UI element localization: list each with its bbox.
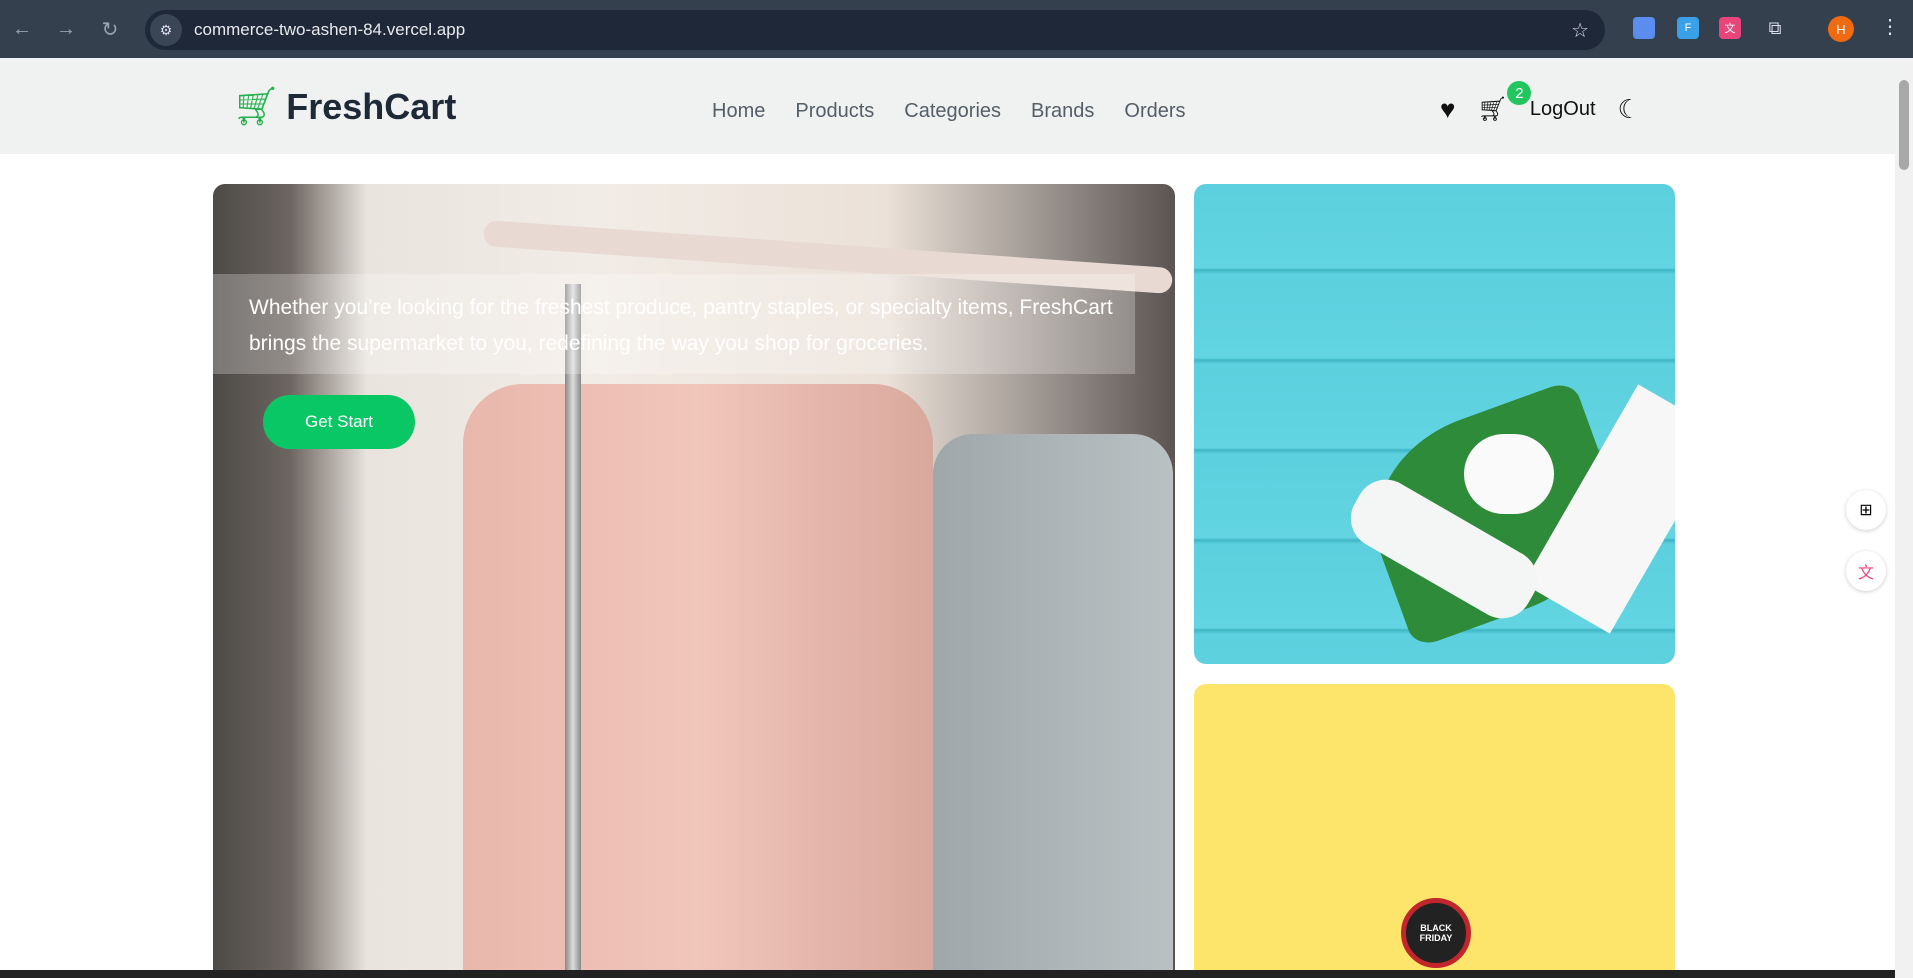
logo[interactable]: 🛒︎ FreshCart xyxy=(232,86,456,128)
scrollbar[interactable] xyxy=(1895,58,1913,978)
nav-orders[interactable]: Orders xyxy=(1124,100,1185,123)
site-info-icon[interactable]: ⚙ xyxy=(150,14,182,46)
extension-icon[interactable]: F xyxy=(1677,17,1699,39)
back-icon[interactable]: ← xyxy=(0,18,44,41)
hero-text-overlay: Whether you’re looking for the freshest … xyxy=(213,274,1135,374)
cart-count-badge: 2 xyxy=(1507,81,1532,105)
address-bar[interactable]: ⚙ commerce-two-ashen-84.vercel.app ☆ xyxy=(145,10,1605,50)
cart-logo-icon: 🛒︎ xyxy=(232,86,281,128)
hero-banner: Whether you’re looking for the freshest … xyxy=(213,184,1175,978)
bookmark-star-icon[interactable]: ☆ xyxy=(1571,18,1589,43)
extension-icon[interactable] xyxy=(1633,17,1655,39)
nav-home[interactable]: Home xyxy=(712,100,765,123)
get-start-button[interactable]: Get Start xyxy=(263,395,415,449)
wishlist-heart-icon[interactable]: ♥ xyxy=(1440,94,1455,125)
dark-mode-moon-icon[interactable]: ☾ xyxy=(1618,94,1641,125)
hero-text: Whether you’re looking for the freshest … xyxy=(249,296,1113,355)
nav-categories[interactable]: Categories xyxy=(904,100,1001,123)
scrollbar-thumb[interactable] xyxy=(1899,80,1909,170)
header-actions: ♥ 🛒︎ 2 LogOut ☾ xyxy=(1440,81,1641,125)
brand-name: FreshCart xyxy=(286,86,457,127)
black-friday-banner: BLACK FRIDAY xyxy=(1194,684,1675,978)
profile-avatar[interactable]: H xyxy=(1828,16,1854,42)
logout-link[interactable]: LogOut xyxy=(1530,98,1596,121)
extensions-puzzle-icon[interactable]: ⧉ xyxy=(1764,17,1786,39)
browser-menu-icon[interactable]: ⋮ xyxy=(1880,14,1900,39)
forward-icon[interactable]: → xyxy=(44,18,88,41)
cream-jar-image xyxy=(1464,434,1554,514)
url-text[interactable]: commerce-two-ashen-84.vercel.app xyxy=(194,20,465,40)
side-translate-icon[interactable]: 文 xyxy=(1846,551,1886,591)
main-nav: Home Products Categories Brands Orders xyxy=(712,100,1186,123)
rack-pole xyxy=(565,284,581,978)
bottom-edge xyxy=(0,970,1895,978)
pink-coat-image xyxy=(463,384,933,978)
cosmetics-banner xyxy=(1194,184,1675,664)
browser-toolbar: ← → ↻ ⚙ commerce-two-ashen-84.vercel.app… xyxy=(0,0,1913,58)
nav-products[interactable]: Products xyxy=(795,100,874,123)
nav-brands[interactable]: Brands xyxy=(1031,100,1094,123)
cart-button[interactable]: 🛒︎ 2 xyxy=(1477,81,1532,124)
site-header: 🛒︎ FreshCart Home Products Categories Br… xyxy=(0,58,1895,154)
reload-icon[interactable]: ↻ xyxy=(88,17,132,42)
side-apps-icon[interactable]: ⊞ xyxy=(1846,490,1886,530)
translate-extension-icon[interactable]: 文 xyxy=(1719,17,1741,39)
grey-sweater-image xyxy=(933,434,1173,978)
alarm-clock-image: BLACK FRIDAY xyxy=(1401,898,1471,968)
